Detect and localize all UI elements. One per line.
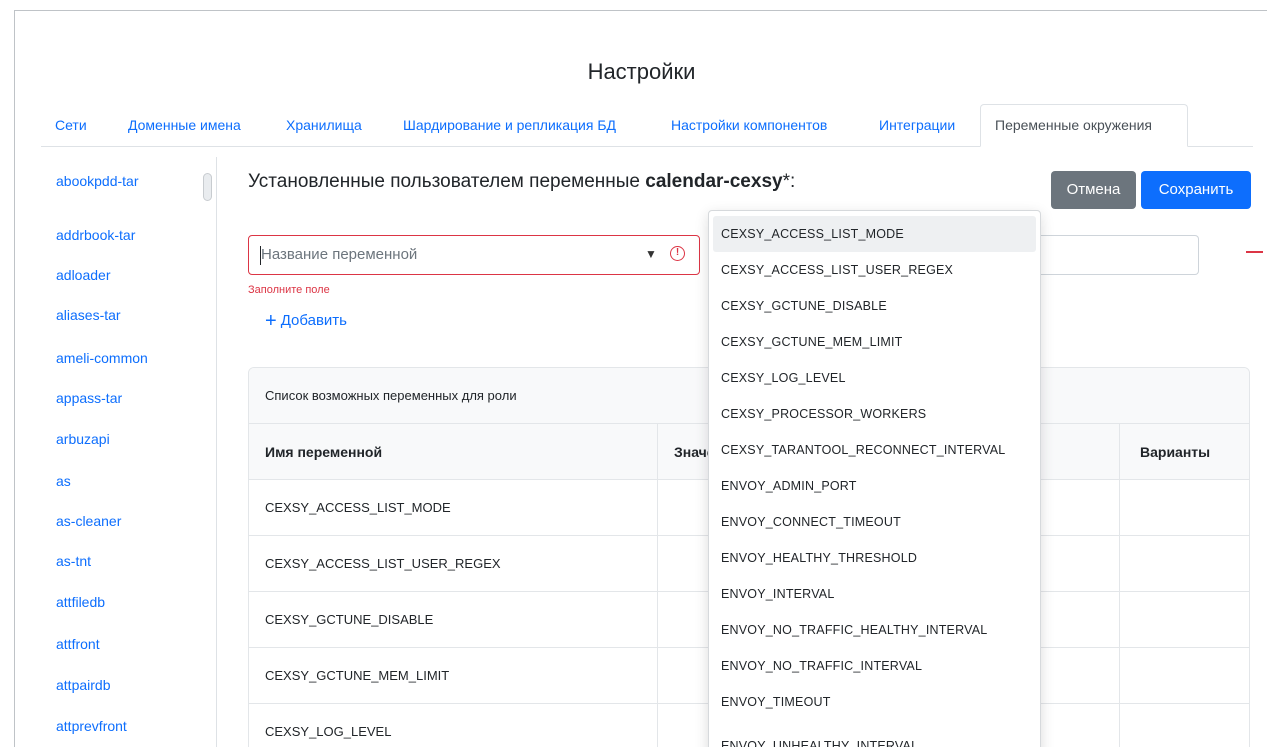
table-cell-name: CEXSY_ACCESS_LIST_MODE [249, 480, 658, 536]
dropdown-option[interactable]: ENVOY_ADMIN_PORT [713, 468, 1036, 504]
sidebar-item-as-cleaner[interactable]: as-cleaner [56, 513, 121, 529]
validation-error-text: Заполните поле [248, 284, 330, 296]
sidebar-item-ameli-common[interactable]: ameli-common [56, 350, 148, 366]
variable-name-input[interactable]: Название переменной ▼ ! [248, 235, 700, 275]
dropdown-arrow-icon[interactable]: ▼ [645, 247, 657, 261]
table-cell-name: CEXSY_GCTUNE_MEM_LIMIT [249, 648, 658, 704]
sidebar-item-adloader[interactable]: adloader [56, 267, 111, 283]
table-cell-name: CEXSY_LOG_LEVEL [249, 704, 658, 747]
column-header-variants: Варианты [1140, 444, 1211, 460]
dropdown-option[interactable]: ENVOY_NO_TRAFFIC_INTERVAL [713, 648, 1036, 684]
role-name: calendar-cexsy [645, 171, 783, 192]
variable-dropdown-menu: CEXSY_ACCESS_LIST_MODE CEXSY_ACCESS_LIST… [708, 210, 1041, 747]
dropdown-option[interactable]: CEXSY_GCTUNE_MEM_LIMIT [713, 324, 1036, 360]
settings-window: Настройки Сети Доменные имена Хранилища … [14, 10, 1267, 747]
sidebar-scrollbar[interactable] [203, 173, 212, 201]
tab-storages[interactable]: Хранилища [286, 104, 362, 147]
table-cell-name: CEXSY_GCTUNE_DISABLE [249, 592, 658, 648]
dropdown-option[interactable]: ENVOY_NO_TRAFFIC_HEALTHY_INTERVAL [713, 612, 1036, 648]
dropdown-option[interactable]: ENVOY_CONNECT_TIMEOUT [713, 504, 1036, 540]
error-icon: ! [670, 246, 685, 261]
dropdown-option[interactable]: CEXSY_PROCESSOR_WORKERS [713, 396, 1036, 432]
sidebar-item-attprevfront[interactable]: attprevfront [56, 718, 127, 734]
sidebar-item-aliases-tar[interactable]: aliases-tar [56, 307, 121, 323]
add-variable-button[interactable]: + Добавить [265, 310, 347, 333]
roles-sidebar: abookpdd-tar addrbook-tar adloader alias… [41, 157, 217, 747]
section-title-suffix: *: [782, 171, 796, 192]
sidebar-item-attpairdb[interactable]: attpairdb [56, 677, 110, 693]
sidebar-item-appass-tar[interactable]: appass-tar [56, 390, 122, 406]
sidebar-item-attfiledb[interactable]: attfiledb [56, 594, 105, 610]
dropdown-option[interactable]: CEXSY_TARANTOOL_RECONNECT_INTERVAL [713, 432, 1036, 468]
tab-bar: Сети Доменные имена Хранилища Шардирован… [41, 104, 1253, 147]
dropdown-option[interactable]: ENVOY_TIMEOUT [713, 684, 1036, 720]
dropdown-option[interactable]: CEXSY_LOG_LEVEL [713, 360, 1036, 396]
add-variable-label: Добавить [280, 312, 347, 329]
dropdown-option[interactable]: ENVOY_UNHEALTHY_INTERVAL [713, 728, 1036, 747]
sidebar-item-attfront[interactable]: attfront [56, 636, 100, 652]
sidebar-item-abookpdd-tar[interactable]: abookpdd-tar [56, 173, 139, 189]
plus-icon: + [265, 310, 277, 332]
sidebar-item-as[interactable]: as [56, 473, 71, 489]
section-title: Установленные пользователем переменные c… [248, 171, 795, 193]
table-cell-name: CEXSY_ACCESS_LIST_USER_REGEX [249, 536, 658, 592]
variable-value-input[interactable] [1039, 235, 1199, 275]
dropdown-option[interactable]: CEXSY_ACCESS_LIST_USER_REGEX [713, 252, 1036, 288]
cancel-button[interactable]: Отмена [1051, 171, 1136, 209]
dropdown-option[interactable]: CEXSY_ACCESS_LIST_MODE [713, 216, 1036, 252]
dropdown-option[interactable]: ENVOY_INTERVAL [713, 576, 1036, 612]
sidebar-item-addrbook-tar[interactable]: addrbook-tar [56, 227, 135, 243]
column-header-name: Имя переменной [249, 424, 658, 480]
page-title: Настройки [587, 59, 696, 84]
save-button[interactable]: Сохранить [1141, 171, 1251, 209]
sidebar-item-arbuzapi[interactable]: arbuzapi [56, 431, 110, 447]
tab-environment-variables[interactable]: Переменные окружения [980, 104, 1188, 147]
dropdown-option[interactable]: ENVOY_HEALTHY_THRESHOLD [713, 540, 1036, 576]
tab-domain-names[interactable]: Доменные имена [128, 104, 241, 147]
variable-name-placeholder: Название переменной [261, 246, 418, 263]
tab-networks[interactable]: Сети [55, 104, 87, 147]
dropdown-option[interactable]: CEXSY_GCTUNE_DISABLE [713, 288, 1036, 324]
remove-variable-icon[interactable] [1246, 251, 1263, 253]
tab-sharding[interactable]: Шардирование и репликация БД [403, 104, 616, 147]
tab-integrations[interactable]: Интеграции [879, 104, 955, 147]
section-title-prefix: Установленные пользователем переменные [248, 171, 646, 192]
tab-component-settings[interactable]: Настройки компонентов [671, 104, 827, 147]
sidebar-item-as-tnt[interactable]: as-tnt [56, 553, 91, 569]
